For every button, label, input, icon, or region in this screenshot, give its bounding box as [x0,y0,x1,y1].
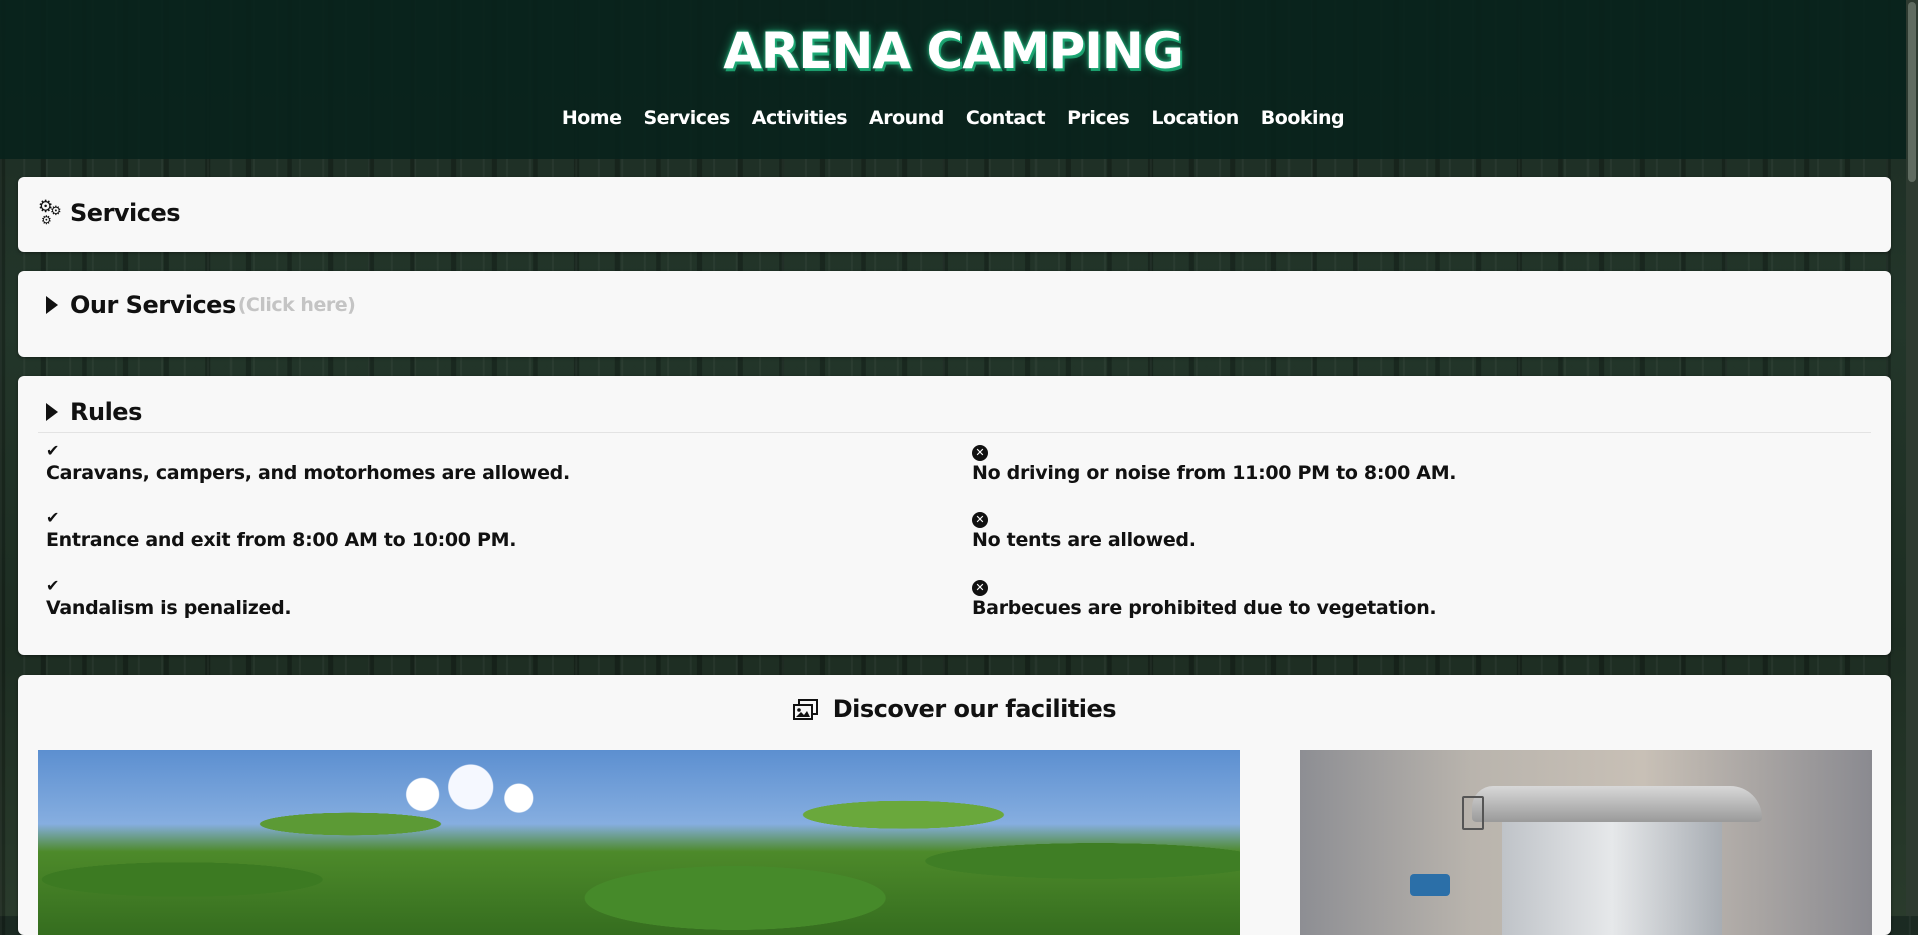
rule-forbidden-item: ✕ No tents are allowed. [972,507,1772,551]
caret-right-icon [46,403,58,421]
nav-home[interactable]: Home [562,107,622,129]
rule-allowed-item: ✔ Entrance and exit from 8:00 AM to 10:0… [46,507,846,551]
our-services-toggle[interactable]: Our Services (Click here) [46,291,356,319]
check-icon: ✔ [46,441,60,460]
our-services-card[interactable]: Our Services (Click here) [18,271,1891,357]
trees-photo[interactable] [38,750,1240,935]
x-circle-icon: ✕ [972,445,988,461]
x-circle-icon: ✕ [972,580,988,596]
facilities-title: Discover our facilities [832,695,1117,723]
rule-forbidden-item: ✕ Barbecues are prohibited due to vegeta… [972,575,1772,619]
caret-right-icon [46,296,58,314]
rule-forbidden-item: ✕ No driving or noise from 11:00 PM to 8… [972,440,1772,484]
rule-allowed-item: ✔ Caravans, campers, and motorhomes are … [46,440,846,484]
services-heading: ⚙ ⚙ ⚙ Services [38,197,181,228]
images-icon [792,699,818,720]
click-hint: (Click here) [237,294,356,316]
rule-text: Vandalism is penalized. [46,597,292,619]
toilet-panel [1410,874,1450,896]
toilet-roof [1472,786,1762,822]
main-nav: Home Services Activities Around Contact … [0,107,1906,129]
nav-prices[interactable]: Prices [1067,107,1130,129]
rule-text: Entrance and exit from 8:00 AM to 10:00 … [46,529,517,551]
our-services-title: Our Services [70,291,236,319]
site-header: ARENA CAMPING Home Services Activities A… [0,0,1906,159]
site-title: ARENA CAMPING [723,22,1184,80]
toilet-window [1462,796,1484,830]
scrollbar-thumb[interactable] [1908,2,1916,182]
check-icon: ✔ [46,576,60,595]
nav-contact[interactable]: Contact [966,107,1046,129]
rule-text: No tents are allowed. [972,529,1196,551]
rules-title: Rules [70,398,142,426]
x-circle-icon: ✕ [972,512,988,528]
rules-toggle[interactable]: Rules [46,398,142,426]
gears-icon: ⚙ ⚙ ⚙ [38,197,62,228]
facilities-heading: Discover our facilities [18,695,1891,723]
rule-text: Caravans, campers, and motorhomes are al… [46,462,570,484]
rules-divider [38,432,1871,433]
rules-card: Rules ✔ Caravans, campers, and motorhome… [18,376,1891,655]
services-title: Services [70,199,181,227]
nav-location[interactable]: Location [1151,107,1239,129]
rule-text: Barbecues are prohibited due to vegetati… [972,597,1437,619]
rule-allowed-item: ✔ Vandalism is penalized. [46,575,846,619]
rule-text: No driving or noise from 11:00 PM to 8:0… [972,462,1457,484]
nav-booking[interactable]: Booking [1261,107,1345,129]
page-scrollbar[interactable] [1906,0,1918,916]
nav-services[interactable]: Services [643,107,730,129]
facilities-card: Discover our facilities [18,675,1891,935]
services-card: ⚙ ⚙ ⚙ Services [18,177,1891,252]
portable-toilet-photo[interactable] [1300,750,1872,935]
toilet-body [1502,820,1722,935]
nav-activities[interactable]: Activities [752,107,848,129]
check-icon: ✔ [46,508,60,527]
nav-around[interactable]: Around [869,107,944,129]
